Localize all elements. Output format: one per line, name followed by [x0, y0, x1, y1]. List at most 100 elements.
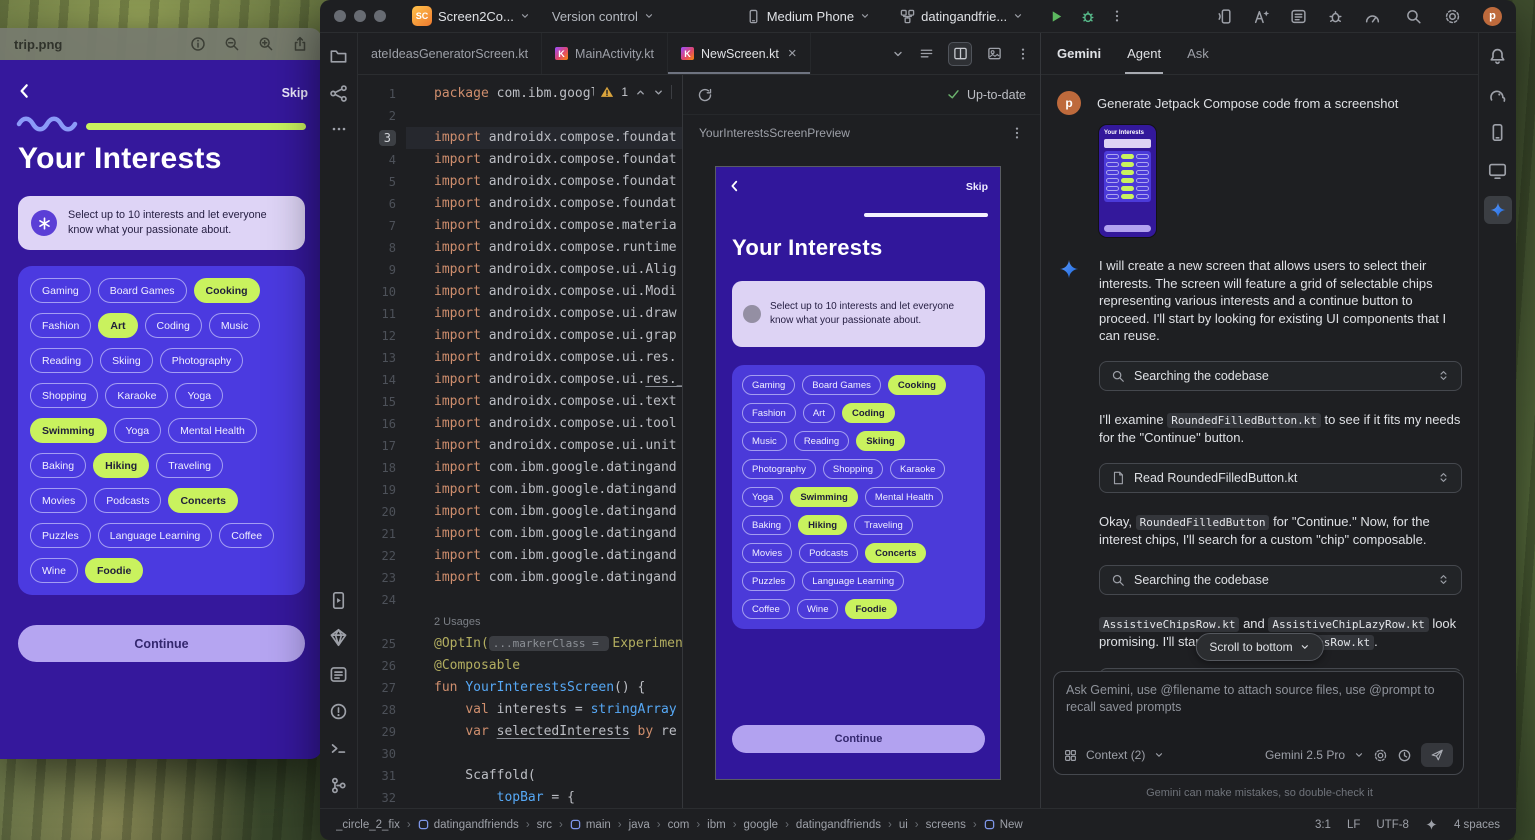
- model-selector[interactable]: Gemini 2.5 Pro: [1265, 748, 1345, 762]
- indent-indicator[interactable]: 4 spaces: [1454, 819, 1500, 831]
- close-tab-icon[interactable]: ×: [788, 46, 797, 61]
- user-avatar[interactable]: p: [1483, 7, 1502, 26]
- tab-ask[interactable]: Ask: [1187, 33, 1209, 74]
- search-icon[interactable]: [1405, 8, 1422, 25]
- more-actions-icon[interactable]: [1110, 9, 1124, 23]
- breadcrumb-item-src[interactable]: src: [537, 819, 552, 831]
- history-icon[interactable]: [1397, 748, 1412, 763]
- breadcrumb-item-datingandfriends[interactable]: datingandfriends: [796, 819, 881, 831]
- breadcrumb-item-main[interactable]: main: [570, 819, 611, 831]
- kotlin-file-icon: K: [555, 47, 568, 60]
- gemini-tool-button[interactable]: [1484, 196, 1512, 224]
- right-tool-strip: [1478, 33, 1516, 808]
- breadcrumb-item-ibm[interactable]: ibm: [707, 819, 726, 831]
- gradle-icon[interactable]: [1488, 85, 1507, 104]
- device-name: Medium Phone: [767, 9, 854, 24]
- tab-newscreen[interactable]: K NewScreen.kt ×: [668, 33, 811, 74]
- breadcrumb-item-ui[interactable]: ui: [899, 819, 908, 831]
- code-line: import androidx.compose.ui.tool: [406, 413, 682, 435]
- info-icon[interactable]: [190, 36, 206, 52]
- running-devices-tool-icon[interactable]: [1488, 161, 1507, 180]
- breadcrumb-item-datingandfriends[interactable]: datingandfriends: [418, 819, 519, 831]
- interest-chip-row: WineFoodie: [30, 558, 293, 583]
- share-icon[interactable]: [292, 36, 308, 52]
- breadcrumb-item-new[interactable]: New: [984, 819, 1023, 831]
- caret-position[interactable]: 3:1: [1315, 819, 1331, 831]
- vcs-widget[interactable]: Version control: [552, 9, 654, 24]
- interest-chip-photography: Photography: [742, 459, 816, 479]
- settings-gear-icon[interactable]: [1444, 8, 1461, 25]
- hidden-tabs-icon[interactable]: [892, 48, 904, 60]
- problems-tool-icon[interactable]: [329, 702, 348, 721]
- code-line: import androidx.compose.ui.Alig: [406, 259, 682, 281]
- debug-button[interactable]: [1080, 8, 1096, 24]
- screen-title: Your Interests: [18, 142, 222, 176]
- code-content[interactable]: package com.ibm.googlimport androidx.com…: [406, 83, 682, 808]
- line-ending-indicator[interactable]: LF: [1347, 819, 1360, 831]
- tab-mainactivity[interactable]: K MainActivity.kt: [542, 33, 668, 74]
- device-mirroring-icon[interactable]: [1216, 8, 1233, 25]
- preview-options-icon[interactable]: [1010, 126, 1024, 140]
- build-output-icon[interactable]: [329, 665, 348, 684]
- split-view-button[interactable]: [948, 42, 972, 66]
- profiler-icon[interactable]: [1364, 8, 1381, 25]
- ai-status-spark-icon[interactable]: [1425, 818, 1438, 831]
- zoom-out-icon[interactable]: [224, 36, 240, 52]
- next-problem-icon[interactable]: [653, 87, 664, 98]
- project-selector[interactable]: SC Screen2Co...: [412, 6, 530, 26]
- app-inspection-icon[interactable]: [1327, 8, 1344, 25]
- design-view-button[interactable]: [982, 42, 1006, 66]
- breadcrumb-item-java[interactable]: java: [629, 819, 650, 831]
- tool-call-card[interactable]: Searching the codebase: [1099, 565, 1462, 595]
- more-tools-icon[interactable]: [331, 121, 347, 137]
- send-button[interactable]: [1421, 743, 1453, 767]
- run-button[interactable]: [1049, 9, 1064, 24]
- structure-tool-icon[interactable]: [329, 84, 348, 103]
- expander-icon[interactable]: [1437, 573, 1450, 586]
- ai-actions-icon[interactable]: [1253, 8, 1270, 25]
- terminal-tool-icon[interactable]: [329, 739, 348, 758]
- tool-call-card[interactable]: Searching the codebase: [1099, 361, 1462, 391]
- breadcrumb-item-screens[interactable]: screens: [926, 819, 966, 831]
- device-selector[interactable]: Medium Phone: [746, 9, 870, 24]
- project-tool-icon[interactable]: [329, 47, 348, 66]
- attachment-thumbnail[interactable]: Your Interests: [1099, 125, 1156, 237]
- chevron-down-icon: [1013, 11, 1023, 21]
- scroll-to-bottom-button[interactable]: Scroll to bottom: [1195, 633, 1323, 661]
- vcs-label: Version control: [552, 9, 638, 24]
- editor-options-icon[interactable]: [1016, 47, 1030, 61]
- window-close-button[interactable]: [334, 10, 346, 22]
- code-view-button[interactable]: [914, 42, 938, 66]
- tab-agent[interactable]: Agent: [1127, 33, 1161, 74]
- context-selector[interactable]: Context (2): [1086, 748, 1145, 762]
- window-minimize-button[interactable]: [354, 10, 366, 22]
- interest-chip-traveling: Traveling: [156, 453, 223, 478]
- resource-manager-icon[interactable]: [329, 628, 348, 647]
- expander-icon[interactable]: [1437, 471, 1450, 484]
- gemini-prompt-input[interactable]: [1054, 672, 1463, 728]
- code-line: import androidx.compose.foundat: [406, 171, 682, 193]
- notifications-bell-icon[interactable]: [1488, 47, 1507, 66]
- tab-dateideasgeneratorscreen[interactable]: ateIdeasGeneratorScreen.kt: [358, 33, 542, 74]
- expander-icon[interactable]: [1437, 369, 1450, 382]
- logcat-icon[interactable]: [1290, 8, 1307, 25]
- run-configuration-selector[interactable]: datingandfrie...: [900, 9, 1023, 24]
- zoom-in-icon[interactable]: [258, 36, 274, 52]
- device-manager-icon[interactable]: [1488, 123, 1507, 142]
- interest-chip-row: MusicReadingSkiing: [742, 431, 975, 451]
- running-devices-icon[interactable]: [329, 591, 348, 610]
- tool-call-card[interactable]: Read RoundedFilledButton.kt: [1099, 463, 1462, 493]
- window-zoom-button[interactable]: [374, 10, 386, 22]
- refresh-preview-icon[interactable]: [697, 87, 713, 103]
- usages-hint[interactable]: 2 Usages: [434, 616, 480, 628]
- line-number: 27: [358, 677, 406, 699]
- prev-problem-icon[interactable]: [635, 87, 646, 98]
- version-control-tool-icon[interactable]: [329, 776, 348, 795]
- gemini-settings-icon[interactable]: [1373, 748, 1388, 763]
- breadcrumb-item-_circle_2_fix[interactable]: _circle_2_fix: [336, 819, 400, 831]
- reference-screenshot: Skip Your Interests Select up to 10 inte…: [0, 60, 322, 759]
- encoding-indicator[interactable]: UTF-8: [1376, 819, 1409, 831]
- breadcrumb-item-com[interactable]: com: [668, 819, 690, 831]
- breadcrumb-item-google[interactable]: google: [744, 819, 779, 831]
- code-editor[interactable]: 1234567891011121314151617181920212223242…: [358, 75, 682, 808]
